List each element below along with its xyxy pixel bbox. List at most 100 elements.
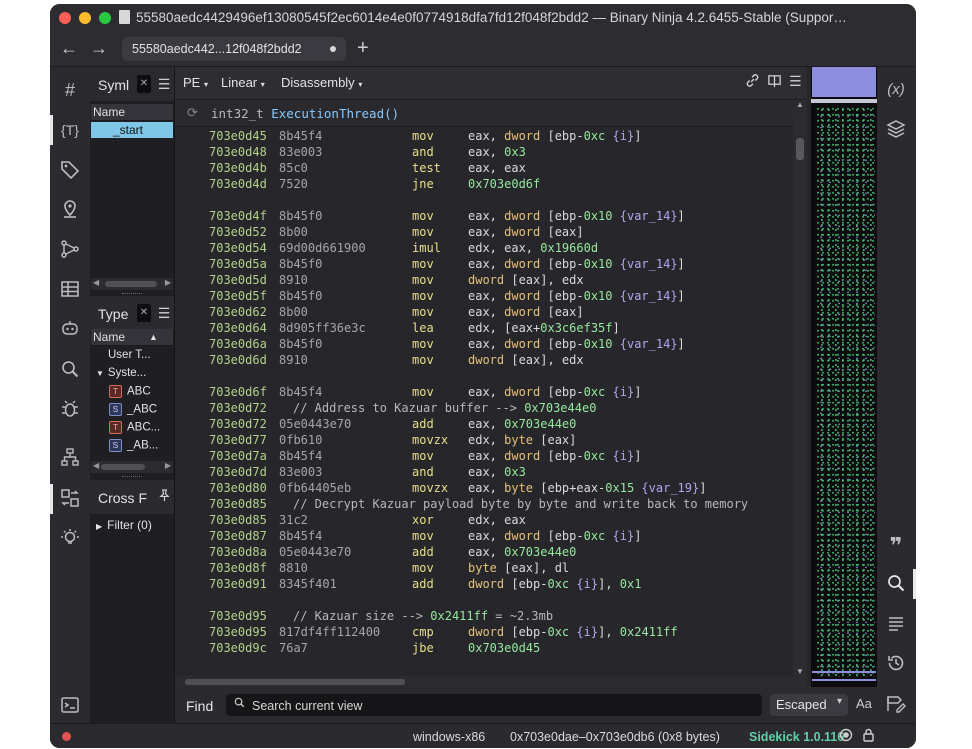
- tab-binary[interactable]: 55580aedc442...12f048f2bdd2: [122, 37, 346, 61]
- address[interactable]: 703e0d87: [209, 528, 267, 544]
- back-arrow-icon[interactable]: ←: [60, 38, 78, 58]
- operands[interactable]: edx, eax: [468, 512, 526, 528]
- address[interactable]: 703e0d85: [209, 512, 267, 528]
- minimize-window-button[interactable]: [79, 12, 91, 24]
- instruction-line[interactable]: 703e0d5a 8b45f0 mov eax, dword [ebp-0x10 {v…: [175, 256, 793, 272]
- instruction-line[interactable]: 703e0d5d 8910 mov dword [eax], edx: [175, 272, 793, 288]
- address[interactable]: 703e0d5f: [209, 288, 267, 304]
- address[interactable]: 703e0d4d: [209, 176, 267, 192]
- mnemonic[interactable]: add: [412, 544, 434, 560]
- bug-icon[interactable]: [59, 399, 81, 421]
- find-input-box[interactable]: [226, 694, 762, 716]
- address[interactable]: 703e0d5d: [209, 272, 267, 288]
- instruction-line[interactable]: 703e0d5f 8b45f0 mov eax, dword [ebp-0x10 {v…: [175, 288, 793, 304]
- mnemonic[interactable]: and: [412, 144, 434, 160]
- mnemonic[interactable]: test: [412, 160, 441, 176]
- operands[interactable]: eax, 0x3: [468, 144, 526, 160]
- operands[interactable]: eax, dword [ebp-0x10 {var_14}]: [468, 256, 685, 272]
- instruction-line[interactable]: 703e0d4f 8b45f0 mov eax, dword [ebp-0x10 {v…: [175, 208, 793, 224]
- address[interactable]: 703e0d80: [209, 480, 267, 496]
- mnemonic[interactable]: mov: [412, 208, 434, 224]
- operands[interactable]: eax, dword [eax]: [468, 224, 584, 240]
- terminal-icon[interactable]: [59, 695, 81, 717]
- graph-icon[interactable]: [59, 239, 81, 261]
- sidekick-version[interactable]: Sidekick 1.0.116: [749, 730, 844, 744]
- mnemonic[interactable]: mov: [412, 336, 434, 352]
- bulb-icon[interactable]: [59, 528, 81, 550]
- operands[interactable]: eax, dword [ebp-0x10 {var_14}]: [468, 288, 685, 304]
- hash-icon[interactable]: #: [59, 79, 81, 101]
- address[interactable]: 703e0d4f: [209, 208, 267, 224]
- mnemonic[interactable]: imul: [412, 240, 441, 256]
- split-view-icon[interactable]: [767, 73, 782, 91]
- mnemonic[interactable]: xor: [412, 512, 434, 528]
- instruction-line[interactable]: 703e0d6f 8b45f4 mov eax, dword [ebp-0xc {i}…: [175, 384, 793, 400]
- operands[interactable]: 0x703e0d6f: [468, 176, 540, 192]
- format-dropdown[interactable]: PE ▾: [183, 75, 208, 90]
- search-icon[interactable]: [885, 573, 907, 595]
- unsaved-dot-icon[interactable]: [330, 46, 336, 52]
- instruction-line[interactable]: 703e0d64 8d905ff36e3c lea edx, [eax+0x3c6ef…: [175, 320, 793, 336]
- instruction-line[interactable]: 703e0d4d 7520 jne 0x703e0d6f: [175, 176, 793, 192]
- comment[interactable]: // Kazuar size --> 0x2411ff = ~2.3mb: [293, 608, 553, 624]
- operands[interactable]: eax, dword [ebp-0xc {i}]: [468, 528, 641, 544]
- case-sensitive-toggle[interactable]: Aa: [856, 696, 872, 711]
- operands[interactable]: eax, dword [ebp-0xc {i}]: [468, 128, 641, 144]
- disassembly-listing[interactable]: 703e0d45 8b45f4 mov eax, dword [ebp-0xc {i}…: [175, 128, 793, 676]
- mnemonic[interactable]: mov: [412, 288, 434, 304]
- platform-label[interactable]: windows-x86: [413, 730, 485, 744]
- comment[interactable]: // Decrypt Kazuar payload byte by byte a…: [293, 496, 748, 512]
- instruction-line[interactable]: 703e0d52 8b00 mov eax, dword [eax]: [175, 224, 793, 240]
- new-tab-plus-icon[interactable]: +: [357, 37, 369, 60]
- operands[interactable]: eax, 0x703e44e0: [468, 416, 576, 432]
- operands[interactable]: eax, dword [ebp-0xc {i}]: [468, 384, 641, 400]
- operands[interactable]: dword [eax], edx: [468, 272, 584, 288]
- operands[interactable]: 0x703e0d45: [468, 640, 540, 656]
- mnemonic[interactable]: add: [412, 576, 434, 592]
- operands[interactable]: eax, dword [ebp-0x10 {var_14}]: [468, 208, 685, 224]
- cross-reference-icon[interactable]: [59, 488, 81, 510]
- operands[interactable]: eax, byte [ebp+eax-0x15 {var_19}]: [468, 480, 706, 496]
- mnemonic[interactable]: mov: [412, 560, 434, 576]
- mnemonic[interactable]: movzx: [412, 432, 448, 448]
- operands[interactable]: eax, dword [ebp-0x10 {var_14}]: [468, 336, 685, 352]
- instruction-line[interactable]: 703e0d62 8b00 mov eax, dword [eax]: [175, 304, 793, 320]
- address[interactable]: 703e0d62: [209, 304, 267, 320]
- view-mode-dropdown[interactable]: Linear ▾: [221, 75, 265, 90]
- operands[interactable]: byte [eax], dl: [468, 560, 569, 576]
- lock-icon[interactable]: [862, 728, 875, 745]
- instruction-line[interactable]: 703e0d8f 8810 mov byte [eax], dl: [175, 560, 793, 576]
- address[interactable]: 703e0d5a: [209, 256, 267, 272]
- types-column-header[interactable]: Name ▲: [91, 329, 173, 346]
- operands[interactable]: eax, dword [ebp-0xc {i}]: [468, 448, 641, 464]
- mnemonic[interactable]: mov: [412, 384, 434, 400]
- type-item[interactable]: S _AB...: [109, 439, 158, 452]
- operands[interactable]: eax, 0x3: [468, 464, 526, 480]
- address[interactable]: 703e0d6d: [209, 352, 267, 368]
- address[interactable]: 703e0d85: [209, 496, 267, 512]
- mnemonic[interactable]: cmp: [412, 624, 434, 640]
- close-window-button[interactable]: [59, 12, 71, 24]
- search-icon[interactable]: [59, 359, 81, 381]
- instruction-line[interactable]: 703e0d48 83e003 and eax, 0x3: [175, 144, 793, 160]
- instruction-line[interactable]: 703e0d85 31c2 xor edx, eax: [175, 512, 793, 528]
- mnemonic[interactable]: mov: [412, 304, 434, 320]
- tag-icon[interactable]: [59, 159, 81, 181]
- instruction-line[interactable]: 703e0d7a 8b45f4 mov eax, dword [ebp-0xc {i}…: [175, 448, 793, 464]
- mnemonic[interactable]: mov: [412, 256, 434, 272]
- address[interactable]: 703e0d54: [209, 240, 267, 256]
- history-icon[interactable]: [885, 653, 907, 675]
- location-icon[interactable]: [59, 199, 81, 221]
- mnemonic[interactable]: lea: [412, 320, 434, 336]
- type-item[interactable]: T ABC: [109, 385, 151, 398]
- xref-filter[interactable]: ▶ Filter (0): [96, 518, 152, 532]
- refresh-icon[interactable]: ⟳: [187, 105, 198, 121]
- layers-icon[interactable]: [885, 119, 907, 141]
- instruction-line[interactable]: 703e0d72 05e0443e70 add eax, 0x703e44e0: [175, 416, 793, 432]
- address[interactable]: 703e0d9c: [209, 640, 267, 656]
- operands[interactable]: dword [eax], edx: [468, 352, 584, 368]
- address[interactable]: 703e0d8f: [209, 560, 267, 576]
- pin-icon[interactable]: [157, 488, 171, 506]
- hamburger-menu-icon[interactable]: ☰: [789, 73, 802, 90]
- types-icon[interactable]: {T}: [59, 119, 81, 141]
